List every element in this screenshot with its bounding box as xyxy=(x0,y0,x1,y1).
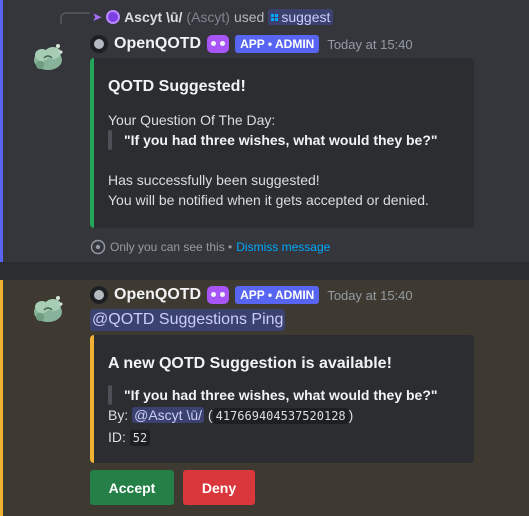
app-admin-badge: APP • ADMIN xyxy=(235,286,320,304)
message-header: OpenQOTD APP • ADMIN Today at 15:40 xyxy=(90,33,413,55)
open-paren: ( xyxy=(207,407,213,423)
deny-button[interactable]: Deny xyxy=(183,470,255,505)
reply-connector xyxy=(60,12,90,24)
quote-bar xyxy=(108,385,112,405)
by-label: By: xyxy=(108,407,129,423)
command-icon: ➤ xyxy=(92,10,103,24)
embed-question: "If you had three wishes, what would the… xyxy=(124,132,438,148)
embed-line-2: You will be notified when it gets accept… xyxy=(108,192,429,208)
ephemeral-note: Only you can see this • Dismiss message xyxy=(90,238,330,256)
highlight-bar xyxy=(0,0,3,262)
id-label: ID: xyxy=(108,429,126,445)
status-icon xyxy=(90,35,108,53)
slash-command-icon xyxy=(271,13,279,21)
user-mention[interactable]: @Ascyt \ū/ xyxy=(132,407,205,423)
embed-title: QOTD Suggested! xyxy=(108,78,246,95)
mention-highlight-bar xyxy=(0,280,3,516)
suggestion-embed: A new QOTD Suggestion is available! "If … xyxy=(90,335,474,463)
slash-command-label: suggest xyxy=(281,9,331,25)
embed-question: "If you had three wishes, what would the… xyxy=(124,387,438,403)
user-id-code: 417669404537520128 xyxy=(212,408,349,424)
embed-line-1: Has successfully been suggested! xyxy=(108,172,320,188)
bot-avatar[interactable] xyxy=(28,38,68,78)
ephemeral-text: Only you can see this • xyxy=(110,240,233,254)
bot-name[interactable]: OpenQOTD xyxy=(114,286,201,304)
reply-used-text: used xyxy=(233,9,265,25)
embed-by-line: By: @Ascyt \ū/ (417669404537520128) xyxy=(108,407,354,424)
status-icon xyxy=(90,286,108,304)
dismiss-message-link[interactable]: Dismiss message xyxy=(236,240,330,254)
embed-label: Your Question Of The Day: xyxy=(108,112,276,128)
accept-button[interactable]: Accept xyxy=(90,470,174,505)
suggested-embed: QOTD Suggested! Your Question Of The Day… xyxy=(90,58,474,228)
embed-title: A new QOTD Suggestion is available! xyxy=(108,355,392,372)
message-header: OpenQOTD APP • ADMIN Today at 15:40 xyxy=(90,284,413,306)
role-mention[interactable]: @QOTD Suggestions Ping xyxy=(90,309,286,331)
timestamp[interactable]: Today at 15:40 xyxy=(327,288,412,303)
suggestion-id-code: 52 xyxy=(129,430,151,446)
message-separator xyxy=(0,262,529,280)
reply-user-name[interactable]: Ascyt \ū/ xyxy=(124,9,182,25)
bot-emoji-icon xyxy=(207,35,230,53)
bot-avatar[interactable] xyxy=(28,290,68,330)
reply-context[interactable]: ➤ Ascyt \ū/ (Ascyt) used suggest xyxy=(92,8,334,26)
reply-avatar[interactable] xyxy=(106,10,121,24)
bot-name[interactable]: OpenQOTD xyxy=(114,35,201,53)
quote-bar xyxy=(108,130,112,150)
reply-user-sub: (Ascyt) xyxy=(186,9,230,25)
bot-emoji-icon xyxy=(207,286,230,304)
eye-icon xyxy=(90,239,106,255)
embed-id-line: ID: 52 xyxy=(108,429,151,446)
app-admin-badge: APP • ADMIN xyxy=(235,35,320,53)
close-paren: ) xyxy=(348,407,354,423)
slash-command[interactable]: suggest xyxy=(268,9,334,25)
timestamp[interactable]: Today at 15:40 xyxy=(327,37,412,52)
